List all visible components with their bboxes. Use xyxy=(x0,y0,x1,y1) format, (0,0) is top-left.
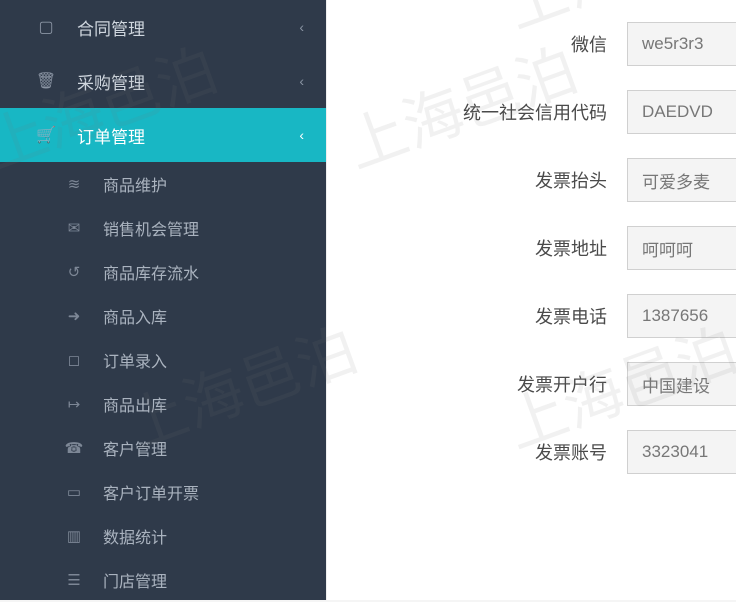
sidebar-item-label: 合同管理 xyxy=(77,15,145,40)
list-icon: ☰ xyxy=(63,571,85,589)
wechat-input[interactable]: we5r3r3 xyxy=(627,22,736,66)
form-row-invoice-phone: 发票电话 1387656 xyxy=(327,282,736,350)
sidebar-item-order[interactable]: 🛒 订单管理 ‹ xyxy=(0,108,326,162)
field-label: 发票账号 xyxy=(327,439,627,465)
sidebar-sub-outbound[interactable]: ↦ 商品出库 xyxy=(0,382,326,426)
card-icon: ▭ xyxy=(63,483,85,501)
chevron-left-icon: ‹ xyxy=(299,127,304,143)
sidebar-item-purchase[interactable]: 🗑 采购管理 ‹ xyxy=(0,54,326,108)
sidebar: ▢ 合同管理 ‹ 🗑 采购管理 ‹ 🛒 订单管理 ‹ ≋ 商品维护 ✉ 销售机会… xyxy=(0,0,326,600)
invoice-bank-input[interactable]: 中国建设 xyxy=(627,362,736,406)
field-label: 发票地址 xyxy=(327,235,627,261)
form-row-wechat: 微信 we5r3r3 xyxy=(327,10,736,78)
sidebar-sub-sales-opportunity[interactable]: ✉ 销售机会管理 xyxy=(0,206,326,250)
sidebar-sub-customer-manage[interactable]: ☎ 客户管理 xyxy=(0,426,326,470)
history-icon: ↺ xyxy=(63,263,85,281)
sidebar-sub-label: 商品出库 xyxy=(103,392,167,416)
sidebar-sub-data-stats[interactable]: ▥ 数据统计 xyxy=(0,514,326,558)
field-label: 统一社会信用代码 xyxy=(327,99,627,125)
sidebar-sub-label: 商品库存流水 xyxy=(103,260,199,284)
form-row-invoice-address: 发票地址 呵呵呵 xyxy=(327,214,736,282)
invoice-phone-input[interactable]: 1387656 xyxy=(627,294,736,338)
chevron-left-icon: ‹ xyxy=(299,19,304,35)
field-label: 微信 xyxy=(327,31,627,57)
sidebar-item-contract[interactable]: ▢ 合同管理 ‹ xyxy=(0,0,326,54)
field-label: 发票电话 xyxy=(327,303,627,329)
sidebar-sub-inventory-flow[interactable]: ↺ 商品库存流水 xyxy=(0,250,326,294)
field-label: 发票开户行 xyxy=(327,371,627,397)
arrow-in-icon: ➜ xyxy=(63,307,85,325)
sidebar-item-label: 订单管理 xyxy=(77,123,145,148)
mail-icon: ✉ xyxy=(63,219,85,237)
sidebar-sub-label: 客户订单开票 xyxy=(103,480,199,504)
field-label: 发票抬头 xyxy=(327,167,627,193)
sidebar-sub-product-maintain[interactable]: ≋ 商品维护 xyxy=(0,162,326,206)
chevron-left-icon: ‹ xyxy=(299,73,304,89)
sidebar-sub-label: 数据统计 xyxy=(103,524,167,548)
bookmark-icon: ◻ xyxy=(63,351,85,369)
invoice-account-input[interactable]: 3323041 xyxy=(627,430,736,474)
sidebar-sub-label: 门店管理 xyxy=(103,568,167,592)
file-icon: ▢ xyxy=(35,17,57,37)
sidebar-sub-label: 商品入库 xyxy=(103,304,167,328)
chart-icon: ▥ xyxy=(63,527,85,545)
sidebar-sub-customer-invoice[interactable]: ▭ 客户订单开票 xyxy=(0,470,326,514)
sidebar-sub-label: 销售机会管理 xyxy=(103,216,199,240)
invoice-title-input[interactable]: 可爱多麦 xyxy=(627,158,736,202)
invoice-address-input[interactable]: 呵呵呵 xyxy=(627,226,736,270)
sidebar-sub-label: 订单录入 xyxy=(103,348,167,372)
form-row-invoice-bank: 发票开户行 中国建设 xyxy=(327,350,736,418)
form-row-uscc: 统一社会信用代码 DAEDVD xyxy=(327,78,736,146)
form-row-invoice-account: 发票账号 3323041 xyxy=(327,418,736,486)
form-row-invoice-title: 发票抬头 可爱多麦 xyxy=(327,146,736,214)
database-icon: ≋ xyxy=(63,175,85,193)
phone-icon: ☎ xyxy=(63,439,85,457)
sidebar-sub-order-entry[interactable]: ◻ 订单录入 xyxy=(0,338,326,382)
arrow-out-icon: ↦ xyxy=(63,395,85,413)
cart-icon: 🛒 xyxy=(35,125,57,145)
main-panel: 微信 we5r3r3 统一社会信用代码 DAEDVD 发票抬头 可爱多麦 发票地… xyxy=(326,0,736,600)
sidebar-sub-store-manage[interactable]: ☰ 门店管理 xyxy=(0,558,326,602)
archive-icon: 🗑 xyxy=(35,71,57,91)
sidebar-sub-label: 客户管理 xyxy=(103,436,167,460)
uscc-input[interactable]: DAEDVD xyxy=(627,90,736,134)
sidebar-sub-label: 商品维护 xyxy=(103,172,167,196)
sidebar-sub-inbound[interactable]: ➜ 商品入库 xyxy=(0,294,326,338)
sidebar-item-label: 采购管理 xyxy=(77,69,145,94)
